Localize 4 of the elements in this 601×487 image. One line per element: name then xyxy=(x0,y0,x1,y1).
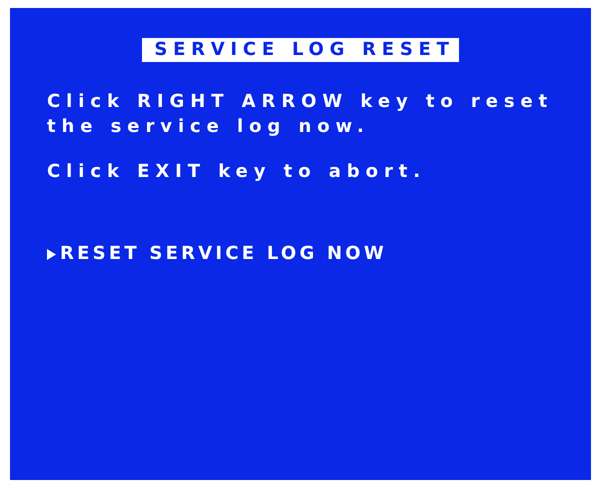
instruction-text: Click RIGHT ARROW key to reset the service log now. xyxy=(47,90,554,139)
instruction-text: Click EXIT key to abort. xyxy=(47,160,428,184)
menu-item[interactable]: RESET SERVICE LOG NOW xyxy=(60,242,387,266)
screen-title: SERVICE LOG RESET xyxy=(142,38,459,62)
